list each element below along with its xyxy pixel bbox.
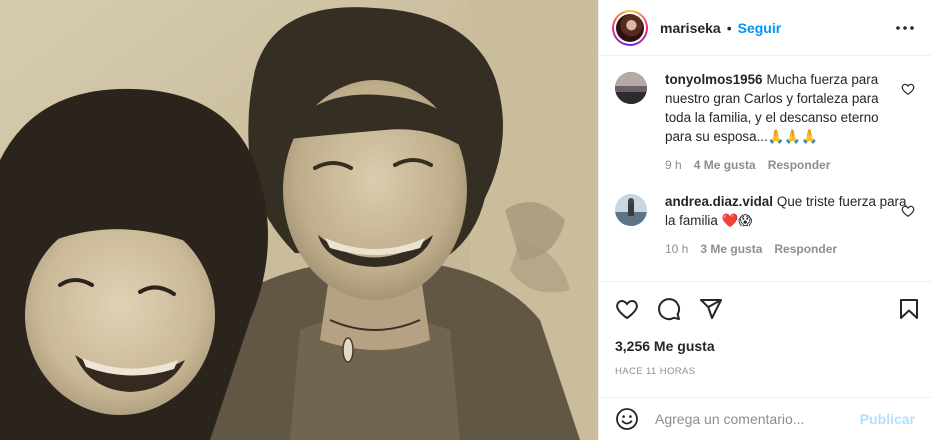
comment-time[interactable]: 9 h: [665, 158, 682, 172]
comment-username[interactable]: tonyolmos1956: [665, 72, 763, 87]
post-photo[interactable]: [0, 0, 598, 440]
follow-button[interactable]: Seguir: [738, 20, 782, 36]
comment-item: andrea.diaz.vidal Que triste fuerza para …: [615, 192, 915, 256]
comment-input[interactable]: [655, 411, 860, 427]
comment-time[interactable]: 10 h: [665, 242, 688, 256]
comment-likes[interactable]: 3 Me gusta: [700, 242, 762, 256]
bookmark-icon[interactable]: [897, 297, 921, 321]
post-photo-illustration: [0, 0, 598, 440]
comment-item: tonyolmos1956 Mucha fuerza para nuestro g…: [615, 70, 915, 172]
likes-count[interactable]: 3,256 Me gusta: [599, 338, 931, 354]
commenter-avatar[interactable]: [615, 72, 647, 104]
comment-icon[interactable]: [657, 297, 681, 321]
publish-button[interactable]: Publicar: [860, 411, 915, 427]
heart-icon[interactable]: [901, 204, 915, 218]
like-icon[interactable]: [615, 297, 639, 321]
author-avatar-image: [616, 13, 644, 42]
comment-username[interactable]: andrea.diaz.vidal: [665, 194, 773, 209]
emoji-icon[interactable]: [615, 407, 639, 431]
post-side-panel: mariseka • Seguir tonyolmos1956 Mucha fue…: [598, 0, 931, 440]
reply-button[interactable]: Responder: [774, 242, 837, 256]
post-actions: [599, 282, 931, 336]
header-separator: •: [726, 19, 732, 36]
comment-composer: Publicar: [599, 397, 931, 440]
send-icon[interactable]: [699, 297, 723, 321]
author-avatar[interactable]: [612, 9, 648, 46]
heart-icon[interactable]: [901, 82, 915, 96]
more-options-icon[interactable]: [893, 16, 917, 40]
post-timestamp[interactable]: HACE 11 HORAS: [599, 366, 931, 377]
comments-list: tonyolmos1956 Mucha fuerza para nuestro g…: [599, 56, 931, 282]
comment-likes[interactable]: 4 Me gusta: [694, 158, 756, 172]
author-username[interactable]: mariseka: [660, 20, 721, 36]
post-header: mariseka • Seguir: [599, 0, 931, 56]
reply-button[interactable]: Responder: [768, 158, 831, 172]
commenter-avatar[interactable]: [615, 194, 647, 226]
